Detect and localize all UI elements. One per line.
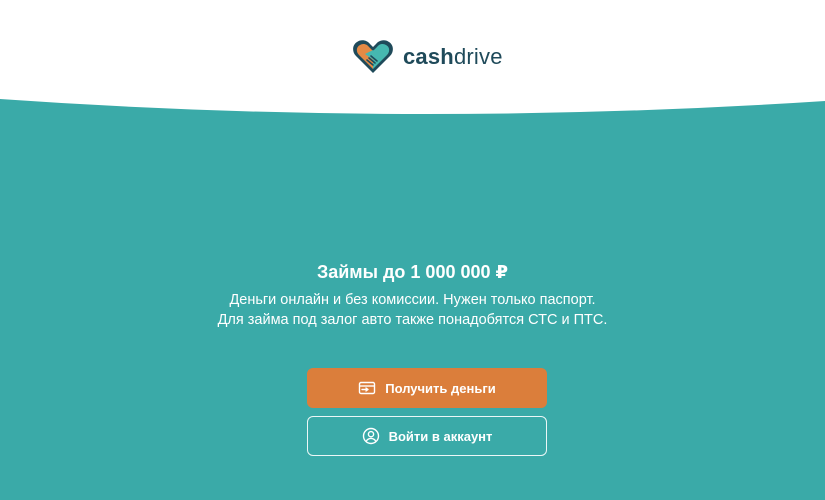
handshake-heart-icon	[353, 40, 393, 73]
header: cashdrive	[0, 0, 825, 120]
get-money-label: Получить деньги	[385, 380, 496, 396]
hero-subtitle-line-1: Деньги онлайн и без комиссии. Нужен толь…	[229, 292, 596, 308]
hero-subtitle: Деньги онлайн и без комиссии. Нужен толь…	[0, 290, 825, 330]
money-transfer-icon	[358, 379, 376, 397]
get-money-button[interactable]: Получить деньги	[307, 368, 547, 408]
hero-subtitle-line-2: Для займа под залог авто также понадобят…	[217, 312, 608, 328]
brand-name: cashdrive	[403, 46, 503, 68]
brand-logo[interactable]: cashdrive	[351, 37, 503, 77]
login-label: Войти в аккаунт	[388, 428, 493, 444]
login-button[interactable]: Войти в аккаунт	[307, 416, 547, 456]
brand-name-bold: cash	[403, 44, 454, 69]
hero-title: Займы до 1 000 000 ₽	[316, 262, 509, 282]
page: cashdrive Займы до 1 000 000 ₽ Деньги он…	[0, 0, 825, 500]
hero-section: Займы до 1 000 000 ₽ Деньги онлайн и без…	[0, 258, 825, 330]
brand-name-light: drive	[453, 44, 503, 69]
user-circle-icon	[362, 427, 380, 445]
